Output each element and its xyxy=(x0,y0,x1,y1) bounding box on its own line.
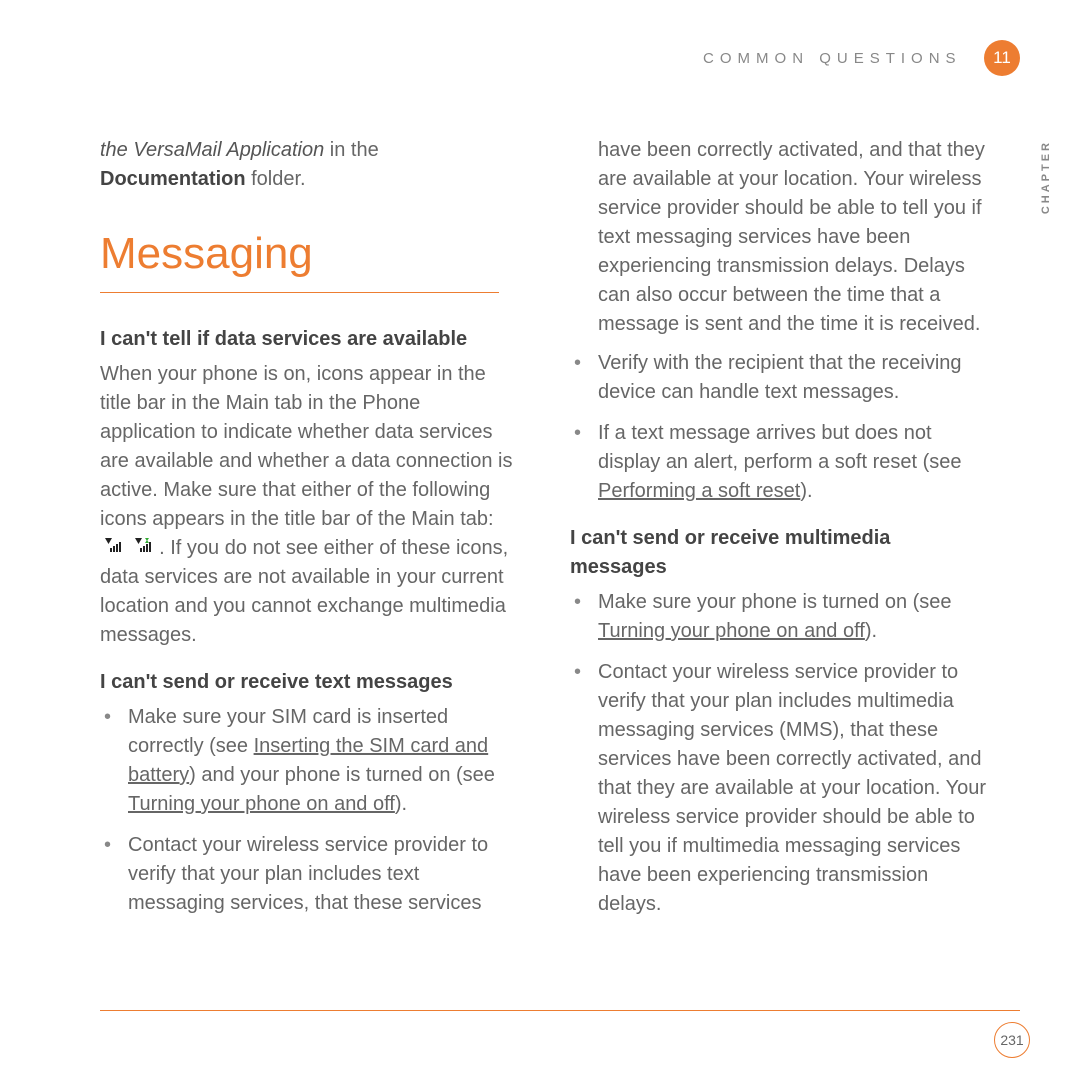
text-msg-list: Make sure your SIM card is inserted corr… xyxy=(100,703,520,918)
subhead-text-msgs: I can't send or receive text messages xyxy=(100,668,520,697)
list-item: Contact your wireless service provider t… xyxy=(100,831,520,918)
para-data-services: When your phone is on, icons appear in t… xyxy=(100,360,520,650)
rb3a: If a text message arrives but does not d… xyxy=(598,422,962,473)
link-soft-reset[interactable]: Performing a soft reset xyxy=(598,480,800,502)
text-msg-list-cont: Verify with the recipient that the recei… xyxy=(570,349,990,506)
chapter-badge: 11 xyxy=(984,40,1020,76)
mb2: Contact your wireless service provider t… xyxy=(598,661,986,915)
content-columns: the VersaMail Application in the Documen… xyxy=(0,76,1080,931)
intro-bold: Documentation xyxy=(100,168,246,190)
list-item: Make sure your phone is turned on (see T… xyxy=(570,588,990,646)
intro-mid: in the xyxy=(324,139,378,161)
intro-end: folder. xyxy=(246,168,306,190)
subhead-mms: I can't send or receive multimedia messa… xyxy=(570,524,990,582)
signal-icon-black xyxy=(102,534,122,563)
section-heading: Messaging xyxy=(100,222,499,293)
b1b: ) and your phone is turned on (see xyxy=(189,764,495,786)
link-phone-onoff-2[interactable]: Turning your phone on and off xyxy=(598,620,865,642)
rb2: Verify with the recipient that the recei… xyxy=(598,352,962,403)
chapter-side-label: CHAPTER xyxy=(1040,140,1052,214)
link-phone-onoff[interactable]: Turning your phone on and off xyxy=(128,793,395,815)
list-item: Contact your wireless service provider t… xyxy=(570,658,990,919)
subhead-data-services: I can't tell if data services are availa… xyxy=(100,325,520,354)
page-header: COMMON QUESTIONS 11 xyxy=(0,0,1080,76)
signal-icon-green xyxy=(132,534,152,563)
intro-italic: the VersaMail Application xyxy=(100,139,324,161)
right-column: have been correctly activated, and that … xyxy=(570,136,990,931)
b1c: ). xyxy=(395,793,407,815)
para1b: . If you do not see either of these icon… xyxy=(100,537,508,646)
mb1a: Make sure your phone is turned on (see xyxy=(598,591,952,613)
page-footer: 231 xyxy=(0,1010,1080,1050)
mms-list: Make sure your phone is turned on (see T… xyxy=(570,588,990,919)
para1a: When your phone is on, icons appear in t… xyxy=(100,363,513,530)
list-item: Verify with the recipient that the recei… xyxy=(570,349,990,407)
rb3b: ). xyxy=(800,480,812,502)
list-item: Make sure your SIM card is inserted corr… xyxy=(100,703,520,819)
intro-paragraph: the VersaMail Application in the Documen… xyxy=(100,136,520,194)
continuation-para: have been correctly activated, and that … xyxy=(570,136,990,339)
left-column: the VersaMail Application in the Documen… xyxy=(100,136,520,931)
header-title: COMMON QUESTIONS xyxy=(703,50,962,67)
footer-rule xyxy=(100,1010,1020,1011)
mb1b: ). xyxy=(865,620,877,642)
b2: Contact your wireless service provider t… xyxy=(128,834,488,914)
page-number: 231 xyxy=(994,1022,1030,1058)
list-item: If a text message arrives but does not d… xyxy=(570,419,990,506)
